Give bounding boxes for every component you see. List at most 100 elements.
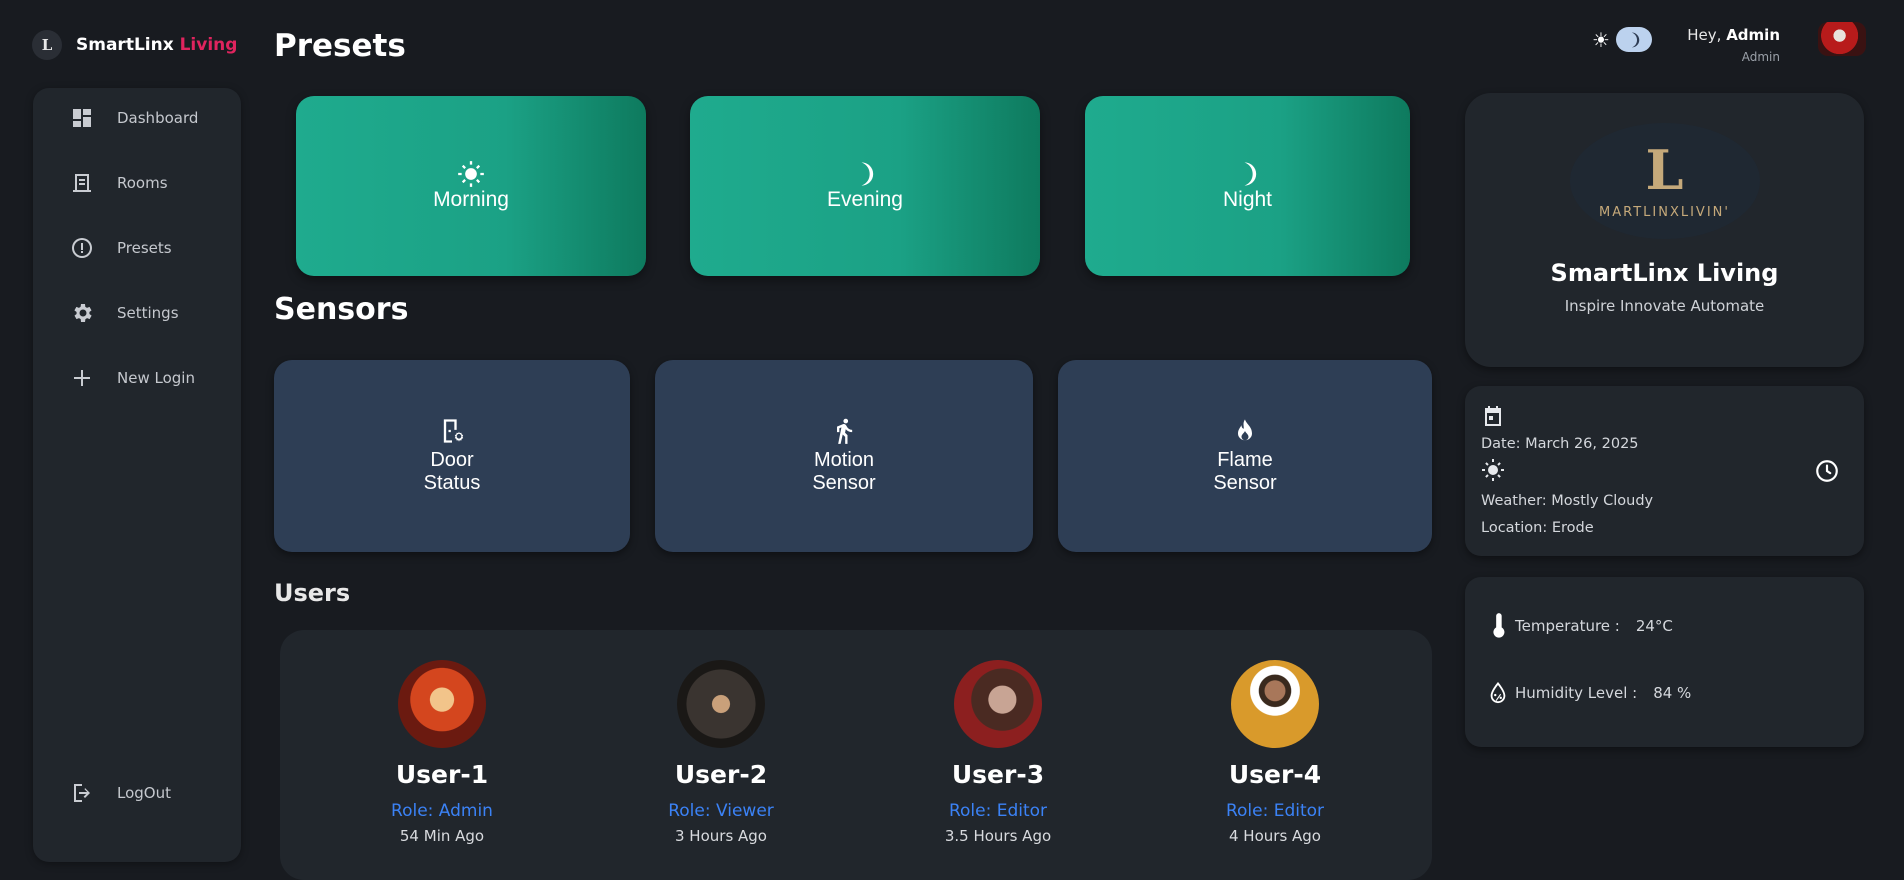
sidebar-item-label: Dashboard: [117, 109, 199, 127]
moon-icon: [1631, 32, 1640, 47]
flame-icon: [1231, 417, 1259, 449]
brand: L SmartLinx Living: [32, 30, 237, 60]
sensor-card-flame[interactable]: Flame Sensor: [1058, 360, 1432, 552]
user-name: User-3: [951, 760, 1045, 789]
sensor-label-line2: Status: [423, 472, 481, 494]
avatar: [677, 660, 765, 748]
rooms-icon: [69, 170, 95, 196]
info-card: Date: March 26, 2025 Weather: Mostly Clo…: [1465, 386, 1864, 556]
user-last-seen: 4 Hours Ago: [1229, 827, 1321, 845]
temperature-row: Temperature : 24°C: [1487, 613, 1673, 639]
user-name: User-2: [674, 760, 768, 789]
sensor-label: Door Status: [424, 449, 481, 495]
sun-icon: ☀: [1592, 27, 1610, 52]
door-settings-icon: [438, 417, 466, 449]
greeting: Hey, Admin Admin: [1687, 26, 1780, 64]
users-panel: User-1 Role: Admin 54 Min Ago User-2 Rol…: [280, 630, 1432, 880]
brand-name-primary: SmartLinx: [76, 35, 174, 55]
avatar: [398, 660, 486, 748]
calendar-icon: [1481, 404, 1505, 432]
user-card-3[interactable]: User-3 Role: Editor 3.5 Hours Ago: [898, 660, 1098, 845]
user-role: Role: Editor: [948, 801, 1048, 821]
sidebar-item-label: Presets: [117, 239, 172, 257]
sidebar-item-label: Settings: [117, 304, 179, 322]
sidebar-item-label: New Login: [117, 369, 195, 387]
user-name: User-4: [1228, 760, 1322, 789]
temperature-value: 24°C: [1635, 617, 1673, 635]
avatar: [954, 660, 1042, 748]
user-last-seen: 3 Hours Ago: [675, 827, 767, 845]
presets-icon: [69, 235, 95, 261]
user-role: Role: Admin: [391, 801, 493, 821]
weather-sun-icon: [1481, 458, 1505, 486]
user-role: Role: Viewer: [668, 801, 774, 821]
plus-icon: [69, 365, 95, 391]
sidebar-item-rooms[interactable]: Rooms: [69, 170, 168, 196]
avatar: [1231, 660, 1319, 748]
presets-heading: Presets: [274, 28, 406, 64]
sensor-card-motion[interactable]: Motion Sensor: [655, 360, 1033, 552]
user-role-label: Admin: [1741, 50, 1780, 64]
greeting-name: Admin: [1726, 26, 1780, 44]
sun-gear-icon: [457, 160, 485, 188]
brand-card-tagline: Inspire Innovate Automate: [1564, 297, 1765, 315]
moon-icon: [1234, 160, 1262, 188]
sensor-label-line1: Door: [430, 449, 474, 471]
preset-card-morning[interactable]: Morning: [296, 96, 646, 276]
gear-icon: [69, 300, 95, 326]
sidebar-item-new-login[interactable]: New Login: [69, 365, 195, 391]
user-name: User-1: [395, 760, 489, 789]
sidebar-item-settings[interactable]: Settings: [69, 300, 179, 326]
humidity-label: Humidity Level :: [1515, 684, 1638, 702]
temperature-label: Temperature :: [1515, 617, 1620, 635]
sensor-label-line1: Motion: [813, 449, 875, 471]
environment-card: Temperature : 24°C Humidity Level : 84 %: [1465, 577, 1864, 747]
clock-icon: [1814, 458, 1840, 488]
sidebar-item-presets[interactable]: Presets: [69, 235, 172, 261]
thermometer-icon: [1493, 613, 1505, 638]
brand-card-title: SmartLinx Living: [1550, 259, 1779, 287]
sensor-label: Motion Sensor: [812, 449, 875, 495]
logout-button[interactable]: LogOut: [69, 780, 171, 806]
humidity-icon: [1490, 682, 1506, 704]
logout-icon: [69, 780, 95, 806]
brand-name: SmartLinx Living: [76, 35, 237, 55]
location-text: Location: Erode: [1481, 520, 1594, 536]
humidity-value: 84 %: [1653, 684, 1692, 702]
sensor-card-door[interactable]: Door Status: [274, 360, 630, 552]
dashboard-icon: [69, 105, 95, 131]
sidebar-item-dashboard[interactable]: Dashboard: [69, 105, 198, 131]
preset-label: Morning: [433, 188, 509, 211]
sensor-label: Flame Sensor: [1213, 449, 1276, 495]
brand-card-logo: L MARTLINXLIVIN': [1569, 123, 1760, 239]
user-last-seen: 54 Min Ago: [399, 827, 485, 845]
sensors-heading: Sensors: [274, 292, 409, 327]
weather-text: Weather: Mostly Cloudy: [1481, 493, 1654, 509]
users-heading: Users: [274, 579, 351, 607]
date-text: Date: March 26, 2025: [1481, 436, 1639, 452]
humidity-row: Humidity Level : 84 %: [1487, 680, 1691, 706]
brand-logo: L: [32, 30, 62, 60]
user-card-1[interactable]: User-1 Role: Admin 54 Min Ago: [342, 660, 542, 845]
brand-card-mark: L: [1645, 137, 1684, 202]
brand-card-wordmark: MARTLINXLIVIN': [1599, 204, 1730, 220]
sidebar-item-label: Rooms: [117, 174, 168, 192]
profile-avatar[interactable]: [1818, 22, 1866, 56]
greeting-line: Hey, Admin: [1687, 26, 1780, 44]
greeting-prefix: Hey,: [1687, 26, 1727, 44]
brand-card: L MARTLINXLIVIN' SmartLinx Living Inspir…: [1465, 93, 1864, 367]
sensor-label-line2: Sensor: [812, 472, 876, 494]
user-card-4[interactable]: User-4 Role: Editor 4 Hours Ago: [1175, 660, 1375, 845]
user-card-2[interactable]: User-2 Role: Viewer 3 Hours Ago: [621, 660, 821, 845]
logout-label: LogOut: [117, 784, 171, 802]
preset-label: Evening: [827, 188, 903, 211]
sensor-label-line2: Sensor: [1213, 472, 1277, 494]
user-role: Role: Editor: [1225, 801, 1325, 821]
preset-card-night[interactable]: Night: [1085, 96, 1410, 276]
sidebar: Dashboard Rooms Presets Settings New Log…: [33, 88, 241, 862]
preset-label: Night: [1222, 188, 1273, 211]
running-person-icon: [830, 417, 858, 449]
dark-mode-switch[interactable]: [1615, 27, 1652, 52]
preset-card-evening[interactable]: Evening: [690, 96, 1040, 276]
theme-toggle[interactable]: ☀: [1592, 27, 1652, 52]
